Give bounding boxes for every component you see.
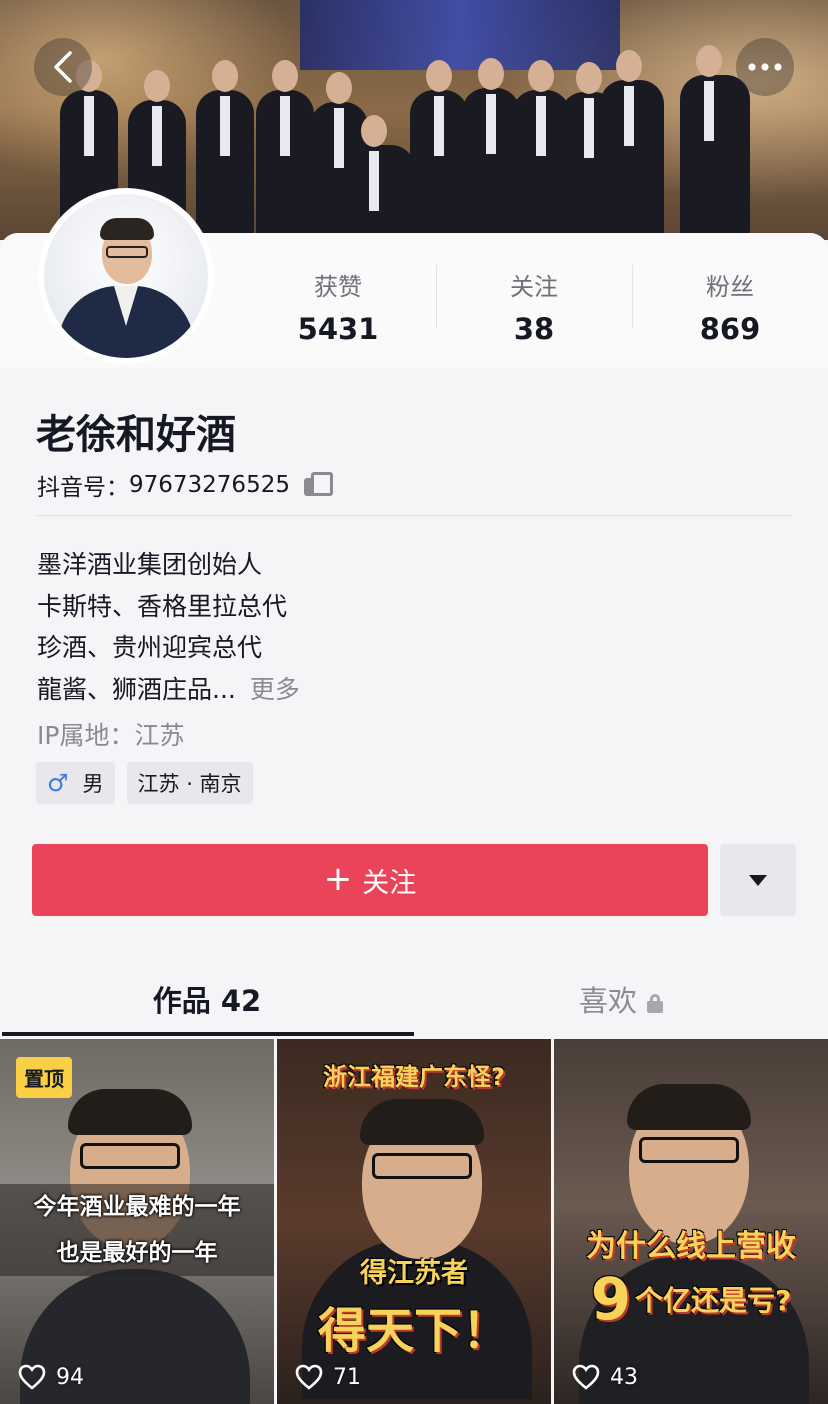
follow-label: 关注 (362, 867, 417, 899)
bio-line: 龍酱、狮酒庄品... (37, 674, 236, 704)
video-thumbnail[interactable]: 浙江福建广东怪? 得江苏者 得天下！ 71 (277, 1039, 551, 1404)
user-id-label: 抖音号： (37, 475, 129, 501)
stat-value: 5431 (297, 312, 379, 346)
video-thumbnail[interactable]: 为什么线上营收 9 个亿还是亏? 43 (554, 1039, 828, 1404)
video-likes: 94 (18, 1364, 84, 1390)
heart-icon (295, 1364, 323, 1390)
back-button[interactable] (34, 38, 92, 96)
profile-name: 老徐和好酒 (36, 412, 236, 458)
content-tabs: 作品 42 喜欢 (0, 966, 828, 1036)
video-caption: 得天下！ (317, 1303, 510, 1359)
bio-line: 墨洋酒业集团创始人 (37, 550, 263, 579)
location-label: 江苏 · 南京 (137, 772, 242, 796)
video-likes-count: 94 (56, 1364, 84, 1390)
stat-label: 关注 (510, 273, 558, 301)
recommend-dropdown-button[interactable] (720, 844, 796, 916)
user-id-value: 97673276525 (129, 472, 290, 498)
tab-likes[interactable]: 喜欢 (414, 966, 828, 1036)
bio: 墨洋酒业集团创始人 卡斯特、香格里拉总代 珍酒、贵州迎宾总代 龍酱、狮酒庄品..… (37, 544, 300, 710)
video-caption: 今年酒业最难的一年 (33, 1194, 241, 1220)
video-caption: 个亿还是亏? (635, 1284, 792, 1317)
video-likes: 43 (572, 1364, 638, 1390)
cover-person (256, 60, 314, 240)
avatar-photo (44, 194, 208, 358)
profile-stats: 获赞 5431 关注 38 粉丝 869 (240, 255, 828, 346)
gender-tag: ♂ 男 (36, 762, 115, 804)
more-dots-icon (748, 63, 782, 71)
cover-person (600, 50, 664, 240)
profile-tags: ♂ 男 江苏 · 南京 (36, 762, 253, 804)
follow-button[interactable]: + 关注 (32, 844, 708, 916)
video-thumbnail[interactable]: 今年酒业最难的一年 也是最好的一年 置顶 94 (0, 1039, 274, 1404)
video-caption: 得江苏者 (360, 1258, 468, 1289)
bio-line: 珍酒、贵州迎宾总代 (37, 633, 263, 662)
video-likes: 71 (295, 1364, 361, 1390)
video-likes-count: 71 (333, 1364, 361, 1390)
more-button[interactable] (736, 38, 794, 96)
video-caption: 为什么线上营收 (586, 1229, 796, 1264)
user-id-row: 抖音号： 97673276525 (37, 468, 333, 502)
caret-down-icon (749, 874, 767, 886)
copy-icon[interactable] (303, 472, 333, 498)
stat-label: 粉丝 (706, 273, 754, 301)
tab-works-label: 作品 42 (152, 984, 262, 1018)
pinned-badge: 置顶 (16, 1057, 72, 1098)
heart-icon (572, 1364, 600, 1390)
bio-more-link[interactable]: 更多 (250, 675, 300, 704)
divider (36, 515, 792, 516)
heart-icon (18, 1364, 46, 1390)
cover-person (196, 60, 254, 240)
plus-icon: + (323, 858, 353, 899)
stat-value: 869 (699, 312, 761, 346)
gender-label: 男 (82, 772, 104, 796)
cover-display-screen (300, 0, 620, 70)
stat-following[interactable]: 关注 38 (436, 255, 632, 346)
lock-icon (647, 994, 663, 1013)
tab-likes-label: 喜欢 (578, 984, 637, 1018)
video-caption: 也是最好的一年 (56, 1240, 218, 1266)
video-caption-number: 9 (590, 1265, 632, 1333)
stat-followers[interactable]: 粉丝 869 (632, 255, 828, 346)
cover-person-seated (345, 115, 415, 240)
video-likes-count: 43 (610, 1364, 638, 1390)
cover-person (680, 45, 750, 240)
stat-likes-received[interactable]: 获赞 5431 (240, 255, 436, 346)
male-icon: ♂ (47, 769, 69, 797)
video-grid: 今年酒业最难的一年 也是最好的一年 置顶 94 浙江福建广东怪? 得江苏者 得天… (0, 1039, 828, 1404)
stat-label: 获赞 (314, 273, 362, 301)
back-chevron-icon (54, 51, 72, 83)
video-caption: 浙江福建广东怪? (323, 1063, 505, 1091)
location-tag: 江苏 · 南京 (126, 762, 253, 804)
avatar[interactable] (38, 188, 214, 364)
tab-works[interactable]: 作品 42 (0, 966, 414, 1036)
bio-line: 卡斯特、香格里拉总代 (37, 591, 288, 621)
bio-line-last: 龍酱、狮酒庄品... 更多 (37, 669, 300, 711)
stat-value: 38 (513, 312, 555, 346)
ip-location: IP属地：江苏 (37, 721, 185, 750)
cover-person (410, 60, 468, 240)
